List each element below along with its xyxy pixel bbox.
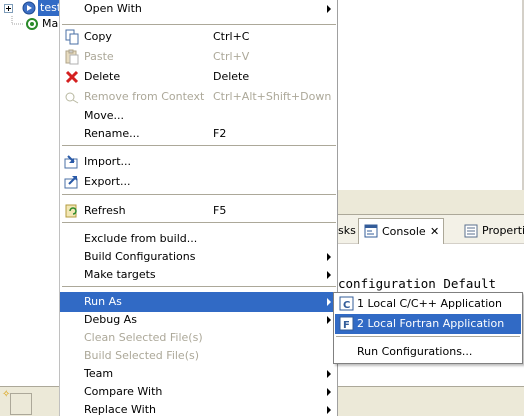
menu-separator — [62, 24, 336, 26]
properties-icon — [464, 224, 478, 238]
menu-separator — [62, 286, 336, 288]
submenu-arrow-icon — [327, 370, 331, 378]
console-output: configuration Default — [338, 276, 497, 291]
menu-item-import[interactable]: Import... — [60, 152, 338, 172]
paste-icon — [65, 49, 79, 65]
context-menu: Open With Copy Ctrl+C Paste Ctrl+V Delete Dele… — [59, 0, 338, 416]
fast-view-button[interactable] — [10, 393, 32, 415]
menu-item-label: Rename... — [84, 127, 140, 140]
menu-item-exclude-from-build[interactable]: Exclude from build... — [60, 229, 338, 249]
menu-item-paste[interactable]: Paste Ctrl+V — [60, 47, 338, 67]
submenu-item-run-configurations[interactable]: Run Configurations... — [335, 342, 521, 362]
menu-item-shortcut: Ctrl+Alt+Shift+Down — [213, 90, 332, 103]
submenu-item-label: Run Configurations... — [357, 345, 473, 358]
menu-item-label: Move... — [84, 109, 124, 122]
menu-separator — [62, 145, 336, 147]
menu-item-debug-as[interactable]: Debug As — [60, 310, 338, 330]
menu-item-label: Open With — [84, 2, 142, 15]
menu-item-remove-from-context[interactable]: Remove from Context Ctrl+Alt+Shift+Down — [60, 87, 338, 107]
submenu-arrow-icon — [327, 316, 331, 324]
menu-item-label: Team — [84, 367, 114, 380]
menu-item-build-configurations[interactable]: Build Configurations — [60, 247, 338, 267]
menu-separator — [336, 336, 520, 338]
pane-sash[interactable] — [330, 190, 524, 214]
submenu-item-label: 2 Local Fortran Application — [357, 317, 505, 330]
menu-item-shortcut: Ctrl+C — [213, 30, 250, 43]
console-icon — [364, 224, 378, 238]
menu-item-delete[interactable]: Delete Delete — [60, 67, 338, 87]
submenu-item-2-local-fortran-application[interactable]: F 2 Local Fortran Application — [335, 314, 521, 334]
tab-properties-label: Properti — [482, 224, 524, 237]
menu-item-build-selected-file-s[interactable]: Build Selected File(s) — [60, 346, 338, 366]
menu-item-move[interactable]: Move... — [60, 106, 338, 126]
project-icon — [22, 1, 36, 15]
menu-item-label: Compare With — [84, 385, 163, 398]
import-icon — [64, 155, 78, 169]
menu-item-clean-selected-file-s[interactable]: Clean Selected File(s) — [60, 328, 338, 348]
menu-item-refresh[interactable]: Refresh F5 — [60, 201, 338, 221]
submenu-arrow-icon — [327, 388, 331, 396]
submenu-arrow-icon — [327, 5, 331, 13]
menu-item-shortcut: Delete — [213, 70, 250, 83]
make-target-icon — [26, 18, 38, 30]
menu-item-run-as[interactable]: Run As — [60, 292, 338, 312]
menu-item-label: Build Configurations — [84, 250, 196, 263]
submenu-arrow-icon — [327, 406, 331, 414]
menu-item-label: Make targets — [84, 268, 156, 281]
svg-text:F: F — [343, 320, 350, 331]
menu-item-label: Build Selected File(s) — [84, 349, 200, 362]
menu-separator — [62, 194, 336, 196]
refresh-icon — [65, 204, 77, 218]
tab-console[interactable]: Console ✕ — [358, 218, 444, 244]
menu-item-label: Run As — [84, 295, 122, 308]
submenu-arrow-icon — [327, 253, 331, 261]
menu-item-open-with[interactable]: Open With — [60, 0, 338, 19]
tab-tasks[interactable]: sks — [338, 221, 356, 241]
submenu-arrow-icon — [327, 271, 331, 279]
menu-item-make-targets[interactable]: Make targets — [60, 265, 338, 285]
menu-item-rename[interactable]: Rename... F2 — [60, 124, 338, 144]
menu-item-label: Refresh — [84, 204, 126, 217]
menu-item-team[interactable]: Team — [60, 364, 338, 384]
menu-item-shortcut: F2 — [213, 127, 227, 140]
menu-item-label: Delete — [84, 70, 121, 83]
menu-item-label: Remove from Context — [84, 90, 205, 103]
svg-text:C: C — [343, 300, 350, 311]
menu-item-label: Replace With — [84, 403, 156, 416]
menu-item-label: Debug As — [84, 313, 137, 326]
copy-icon — [65, 29, 79, 45]
export-icon — [64, 176, 78, 189]
close-icon[interactable]: ✕ — [430, 222, 439, 242]
remove-context-icon — [65, 92, 79, 104]
menu-item-shortcut: F5 — [213, 204, 227, 217]
expand-icon[interactable] — [4, 4, 13, 13]
menu-item-copy[interactable]: Copy Ctrl+C — [60, 27, 338, 47]
menu-item-label: Paste — [84, 50, 114, 63]
menu-item-label: Export... — [84, 175, 131, 188]
submenu-item-1-local-c-c-application[interactable]: C 1 Local C/C++ Application — [335, 294, 521, 314]
menu-item-shortcut: Ctrl+V — [213, 50, 250, 63]
submenu-item-label: 1 Local C/C++ Application — [357, 297, 502, 310]
submenu-arrow-icon — [327, 298, 331, 306]
menu-item-label: Import... — [84, 155, 131, 168]
menu-item-label: Clean Selected File(s) — [84, 331, 203, 344]
fortran-app-icon: F — [339, 316, 354, 331]
delete-icon — [65, 70, 79, 84]
run-as-submenu: C 1 Local C/C++ Application F 2 Local Fortr… — [333, 292, 523, 364]
menu-item-compare-with[interactable]: Compare With — [60, 382, 338, 402]
menu-item-export[interactable]: Export... — [60, 172, 338, 192]
tab-console-label: Console — [382, 225, 426, 238]
view-tab-bar: sks Console ✕ Properti — [330, 214, 524, 244]
menu-item-label: Exclude from build... — [84, 232, 198, 245]
menu-item-replace-with[interactable]: Replace With — [60, 400, 338, 416]
c-app-icon: C — [339, 296, 354, 311]
menu-separator — [62, 222, 336, 224]
menu-item-label: Copy — [84, 30, 112, 43]
